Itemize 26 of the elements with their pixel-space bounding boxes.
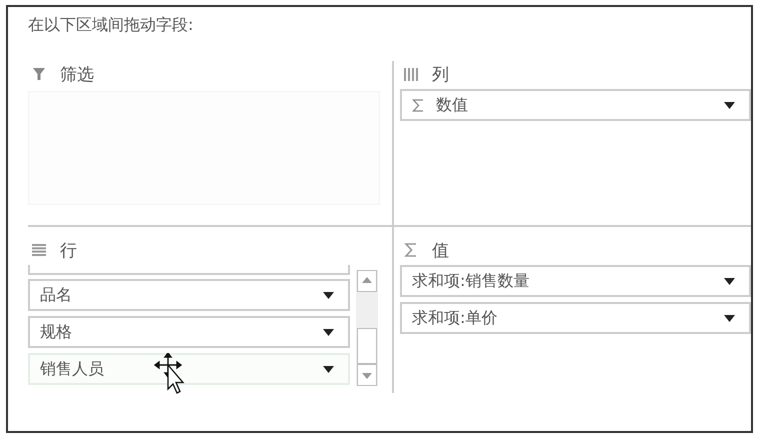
sigma-icon <box>404 243 418 257</box>
dropdown-caret-icon[interactable] <box>323 366 334 372</box>
area-label: 筛选 <box>60 64 94 86</box>
scrollbar[interactable] <box>356 270 378 386</box>
field-item[interactable]: 求和项:单价 <box>400 302 751 334</box>
rows-icon <box>32 244 46 256</box>
dropdown-caret-icon[interactable] <box>724 102 735 108</box>
scroll-thumb[interactable] <box>357 328 377 364</box>
dropdown-caret-icon[interactable] <box>323 328 334 336</box>
field-item[interactable] <box>28 265 350 275</box>
field-item[interactable]: 品名 <box>28 279 350 311</box>
field-item[interactable]: 求和项:销售数量 <box>400 265 751 297</box>
scroll-down-icon[interactable] <box>357 364 377 386</box>
filter-icon <box>32 67 46 81</box>
instruction-text: 在以下区域间拖动字段: <box>28 15 194 36</box>
columns-icon <box>404 68 418 80</box>
field-item[interactable]: 规格 <box>28 316 350 348</box>
field-item[interactable]: 数值 <box>400 89 751 121</box>
dropdown-caret-icon[interactable] <box>323 292 334 298</box>
area-label: 值 <box>432 240 449 262</box>
sigma-icon <box>412 98 424 112</box>
area-label: 列 <box>432 64 449 86</box>
dropdown-caret-icon[interactable] <box>724 314 735 322</box>
dropdown-caret-icon[interactable] <box>724 278 735 284</box>
area-label: 行 <box>60 240 77 262</box>
scroll-up-icon[interactable] <box>357 270 377 292</box>
